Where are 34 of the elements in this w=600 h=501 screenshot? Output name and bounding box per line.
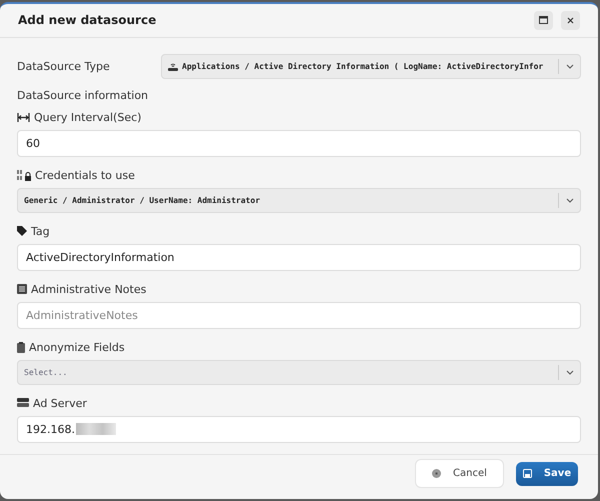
binary-lock-icon [17,170,31,181]
field-label: Credentials to use [35,168,135,182]
list-icon [17,284,27,294]
datasource-type-label: DataSource Type [17,60,110,73]
cancel-icon [432,469,442,478]
chevron-down-icon [566,64,574,69]
select-field[interactable]: Generic / Administrator / UserName: Administrator [17,188,581,213]
field-label: Tag [31,224,50,238]
field-label: Administrative Notes [31,282,146,296]
close-button[interactable] [561,10,580,30]
field-label: Ad Server [33,396,87,410]
server-icon [17,398,29,408]
input-field[interactable]: 192.168. [17,416,581,443]
datasource-type-select[interactable]: Applications / Active Directory Information ( LogName: ActiveDirectoryInfor [161,54,581,79]
chevron-down-icon [566,370,574,375]
input-field[interactable]: ActiveDirectoryInformation [17,244,581,271]
section-label: DataSource information [17,88,150,102]
tag-icon [17,226,27,236]
floppy-icon [522,469,532,478]
maximize-button[interactable] [534,10,553,30]
interval-icon [17,112,30,122]
clipboard-icon [17,342,25,353]
dialog-title: Add new datasource [18,13,158,28]
select-field[interactable]: Select... [17,360,581,385]
chevron-down-icon [566,198,574,203]
input-field[interactable]: AdministrativeNotes [17,302,581,329]
close-icon [567,16,574,24]
save-button[interactable]: Save [516,462,578,486]
field-label: Query Interval(Sec) [34,110,142,124]
window-icon [539,16,548,24]
router-icon [168,62,178,71]
field-label: Anonymize Fields [29,340,125,354]
input-field[interactable]: 60 [17,130,581,157]
cancel-button[interactable]: Cancel [415,459,504,488]
